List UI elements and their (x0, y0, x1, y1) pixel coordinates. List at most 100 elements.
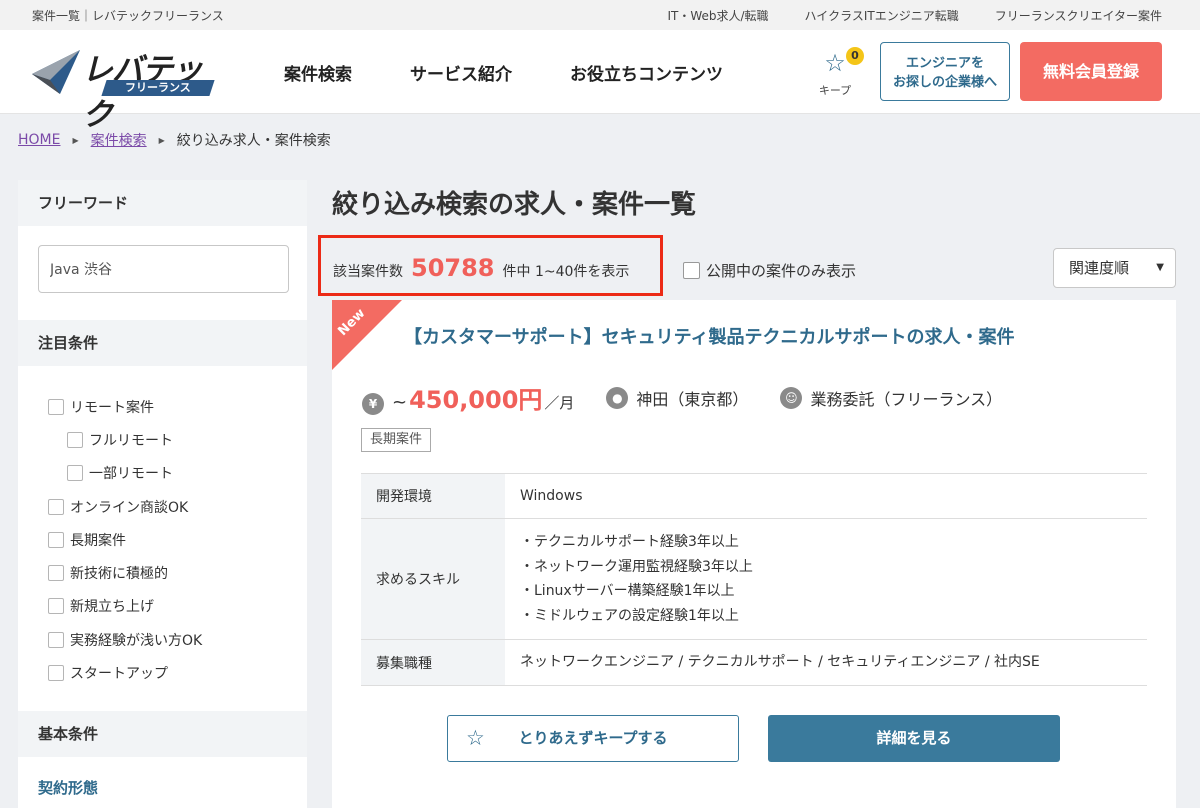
checkbox-box[interactable] (48, 665, 64, 682)
checkbox-startup[interactable]: スタートアップ (48, 656, 202, 689)
checkbox-label: 新規立ち上げ (70, 599, 154, 616)
checkbox-label: スタートアップ (70, 666, 168, 683)
checkbox-box[interactable] (48, 398, 64, 415)
checkbox-box[interactable] (67, 431, 83, 448)
row-label: 求めるスキル (361, 519, 505, 639)
filter-sidebar: フリーワード 注目条件 リモート案件 フルリモート 一部リモート オンライン商談… (18, 180, 307, 808)
salary: ¥ ~ 450,000円 ／月 (362, 380, 574, 415)
env-value: Windows (520, 487, 583, 504)
corporate-line-1: エンジニアを (905, 56, 984, 71)
job-meta: ¥ ~ 450,000円 ／月 ● 神田（東京都） ☺ 業務委託（フリーランス） (362, 380, 1002, 415)
checkbox-label: フルリモート (89, 432, 173, 449)
checkbox-box[interactable] (48, 631, 64, 648)
yen-icon: ¥ (362, 393, 384, 415)
checkbox-full-remote[interactable]: フルリモート (48, 423, 202, 456)
checkbox-label: リモート案件 (70, 399, 154, 416)
nav-service-intro[interactable]: サービス紹介 (410, 60, 512, 85)
count-suffix: 件中 1~40件を表示 (502, 264, 630, 280)
site-logo[interactable]: レバテック フリーランス (30, 46, 216, 133)
location-pin-icon: ● (606, 386, 629, 409)
count-prefix: 該当案件数 (333, 264, 403, 280)
checkbox-box[interactable] (48, 498, 64, 515)
keep-job-button[interactable]: ☆ とりあえずキープする (447, 715, 739, 762)
chevron-right-icon: ▶ (72, 135, 79, 145)
checkbox-new-tech[interactable]: 新技術に積極的 (48, 556, 202, 589)
breadcrumb-current: 絞り込み求人・案件検索 (176, 133, 331, 149)
corporate-button[interactable]: エンジニアを お探しの企業様へ (880, 42, 1010, 101)
main-nav: 案件検索 サービス紹介 お役立ちコンテンツ (284, 60, 723, 85)
job-details-table: 開発環境 Windows 求めるスキル ・テクニカルサポート経験3年以上 ・ネッ… (361, 473, 1147, 686)
link-creator-jobs[interactable]: フリーランスクリエイター案件 (995, 7, 1162, 24)
breadcrumb-search[interactable]: 案件検索 (91, 130, 147, 150)
basic-heading: 基本条件 (18, 711, 307, 757)
checkbox-new-launch[interactable]: 新規立ち上げ (48, 590, 202, 623)
page-caption: 案件一覧｜レバテックフリーランス (32, 9, 224, 23)
checkbox-label: 実務経験が浅い方OK (70, 632, 203, 649)
freeword-input[interactable] (38, 245, 289, 293)
keep-job-label: とりあえずキープする (518, 729, 668, 747)
location-text: 神田（東京都） (636, 389, 749, 409)
public-only-checkbox[interactable]: 公開中の案件のみ表示 (683, 260, 856, 281)
job-title-link[interactable]: 【カスタマーサポート】セキュリティ製品テクニカルサポートの求人・案件 (404, 323, 1015, 349)
checkbox-box[interactable] (683, 262, 700, 279)
freeword-heading: フリーワード (18, 180, 307, 226)
star-icon: ☆ (466, 726, 485, 750)
top-utility-bar: 案件一覧｜レバテックフリーランス IT・Web求人/転職 ハイクラスITエンジニ… (0, 0, 1200, 30)
employment: ☺ 業務委託（フリーランス） (780, 386, 1002, 410)
location: ● 神田（東京都） (606, 386, 748, 410)
row-value: Windows (505, 474, 1147, 518)
link-highclass-jobs[interactable]: ハイクラスITエンジニア転職 (805, 7, 959, 24)
public-only-label: 公開中の案件のみ表示 (706, 262, 857, 280)
site-header: レバテック フリーランス 案件検索 サービス紹介 お役立ちコンテンツ ☆ 0 キ… (0, 30, 1200, 133)
table-row: 募集職種 ネットワークエンジニア / テクニカルサポート / セキュリティエンジ… (361, 640, 1147, 686)
table-row: 求めるスキル ・テクニカルサポート経験3年以上 ・ネットワーク運用監視経験3年以… (361, 519, 1147, 640)
role-value: ネットワークエンジニア / テクニカルサポート / セキュリティエンジニア / … (520, 654, 1040, 671)
view-details-button[interactable]: 詳細を見る (768, 715, 1060, 762)
checkbox-box[interactable] (67, 465, 83, 482)
employment-text: 業務委託（フリーランス） (810, 389, 1003, 409)
sort-select[interactable]: 関連度順 ▼ (1053, 248, 1176, 288)
keep-link[interactable]: ☆ 0 キープ (815, 47, 864, 98)
job-card: New 【カスタマーサポート】セキュリティ製品テクニカルサポートの求人・案件 ¥… (332, 300, 1176, 808)
row-value: ネットワークエンジニア / テクニカルサポート / セキュリティエンジニア / … (505, 640, 1147, 685)
checkbox-label: オンライン商談OK (70, 499, 189, 516)
checkbox-online-meeting[interactable]: オンライン商談OK (48, 490, 202, 523)
chevron-right-icon: ▶ (158, 135, 165, 145)
checkbox-junior-ok[interactable]: 実務経験が浅い方OK (48, 623, 202, 656)
row-label: 募集職種 (361, 640, 505, 685)
nav-job-search[interactable]: 案件検索 (284, 60, 352, 85)
featured-checkbox-list: リモート案件 フルリモート 一部リモート オンライン商談OK 長期案件 新技術に… (48, 390, 202, 690)
skill-item: ・テクニカルサポート経験3年以上 (520, 534, 739, 550)
result-count: 該当案件数 50788 件中 1~40件を表示 (333, 254, 629, 282)
count-number: 50788 (411, 254, 495, 282)
breadcrumb-home[interactable]: HOME (18, 132, 60, 148)
register-button[interactable]: 無料会員登録 (1020, 42, 1162, 101)
checkbox-box[interactable] (48, 598, 64, 615)
row-label: 開発環境 (361, 474, 505, 518)
page-title: 絞り込み検索の求人・案件一覧 (332, 190, 697, 220)
salary-prefix: ~ (392, 392, 408, 413)
checkbox-remote[interactable]: リモート案件 (48, 390, 202, 423)
featured-heading: 注目条件 (18, 320, 307, 366)
corporate-line-2: お探しの企業様へ (892, 75, 997, 90)
skill-item: ・ミドルウェアの設定経験1年以上 (520, 607, 739, 624)
row-value: ・テクニカルサポート経験3年以上 ・ネットワーク運用監視経験3年以上 ・Linu… (505, 519, 1147, 639)
salary-amount: 450,000円 (409, 386, 543, 414)
contract-type-heading[interactable]: 契約形態 (38, 777, 98, 798)
long-term-badge: 長期案件 (361, 428, 432, 452)
skill-item: ・Linuxサーバー構築経験1年以上 (520, 583, 735, 599)
keep-label: キープ (818, 84, 852, 97)
logo-tag: フリーランス (101, 80, 215, 96)
person-icon: ☺ (780, 386, 803, 409)
checkbox-box[interactable] (48, 565, 64, 582)
checkbox-label: 長期案件 (70, 532, 126, 549)
link-it-web-jobs[interactable]: IT・Web求人/転職 (667, 7, 768, 24)
checkbox-partial-remote[interactable]: 一部リモート (48, 457, 202, 490)
checkbox-label: 新技術に積極的 (70, 566, 168, 583)
salary-unit: ／月 (544, 394, 575, 412)
nav-useful-content[interactable]: お役立ちコンテンツ (570, 60, 723, 85)
caret-down-icon: ▼ (1156, 262, 1164, 273)
checkbox-box[interactable] (48, 531, 64, 548)
skill-item: ・ネットワーク運用監視経験3年以上 (520, 558, 753, 575)
checkbox-long-term[interactable]: 長期案件 (48, 523, 202, 556)
